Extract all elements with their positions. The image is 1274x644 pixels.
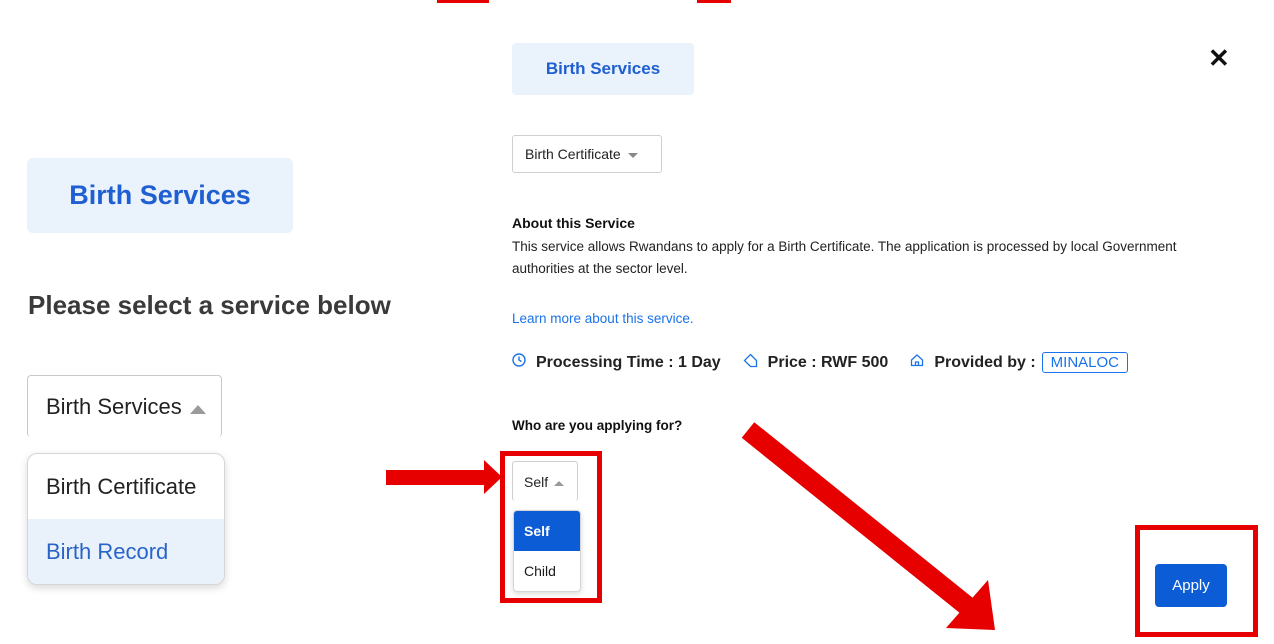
caret-up-icon — [554, 480, 565, 486]
service-category-value: Birth Services — [46, 393, 182, 419]
annotation-arrow — [386, 470, 486, 485]
menu-item-birth-certificate[interactable]: Birth Certificate — [28, 454, 224, 519]
service-category-select[interactable]: Birth Services — [27, 375, 222, 437]
right-service-pill: Birth Services — [512, 43, 694, 95]
annotation-diagonal-arrow — [741, 422, 995, 630]
caret-up-icon — [189, 405, 206, 414]
caret-down-icon — [627, 152, 638, 158]
left-service-pill: Birth Services — [27, 158, 293, 233]
apply-button[interactable]: Apply — [1155, 564, 1227, 607]
about-service-text: This service allows Rwandans to apply fo… — [512, 239, 1177, 276]
price: Price : RWF 500 — [767, 353, 889, 371]
processing-time: Processing Time : 1 Day — [536, 353, 721, 371]
home-icon — [910, 353, 924, 372]
tag-icon — [743, 353, 758, 373]
menu-item-child[interactable]: Child — [514, 551, 580, 591]
menu-item-birth-record[interactable]: Birth Record — [28, 519, 224, 584]
select-service-heading: Please select a service below — [28, 290, 391, 320]
service-select[interactable]: Birth Certificate — [512, 135, 662, 173]
applicant-select[interactable]: Self — [512, 461, 578, 501]
provided-by-label: Provided by : — [934, 353, 1036, 371]
service-meta-row: Processing Time : 1 Day Price : RWF 500 … — [512, 352, 1129, 373]
provider-badge: MINALOC — [1041, 352, 1129, 373]
menu-item-self[interactable]: Self — [514, 511, 580, 551]
annotation-fragment — [437, 0, 489, 3]
service-category-menu: Birth Certificate Birth Record — [27, 453, 225, 585]
applicant-question: Who are you applying for? — [512, 418, 683, 433]
about-service-title: About this Service — [512, 215, 635, 231]
annotation-fragment — [697, 0, 731, 3]
close-icon[interactable]: ✕ — [1208, 43, 1230, 74]
applicant-menu: Self Child — [513, 510, 581, 592]
clock-icon — [512, 353, 526, 372]
learn-more-link[interactable]: Learn more about this service. — [512, 311, 694, 326]
service-select-value: Birth Certificate — [525, 146, 621, 162]
applicant-select-value: Self — [524, 473, 549, 490]
